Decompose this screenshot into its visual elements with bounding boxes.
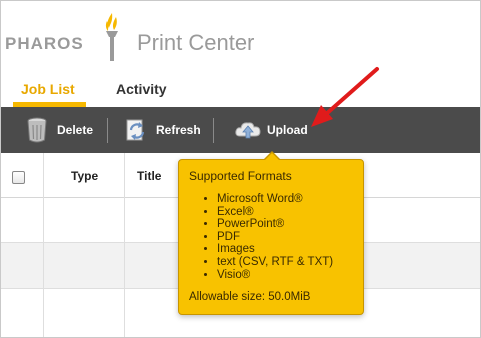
header: PHAROS Print Center [1,1,480,73]
format-item: PDF [217,231,333,244]
format-list: Microsoft Word® Excel® PowerPoint® PDF I… [201,193,333,281]
refresh-label: Refresh [156,123,201,137]
select-all-checkbox[interactable] [12,171,25,184]
tab-bar: Job List Activity [1,73,480,107]
cloud-upload-icon [235,122,261,139]
column-divider [124,153,125,337]
tooltip-pointer-fill [265,153,279,160]
format-item: PowerPoint® [217,218,333,231]
app-title: Print Center [137,30,255,55]
toolbar-divider [107,118,108,143]
tab-activity[interactable]: Activity [116,81,167,97]
format-item: Images [217,243,333,256]
column-divider [43,153,44,337]
toolbar-divider [213,118,214,143]
tooltip-title: Supported Formats [189,169,292,183]
format-item: Visio® [217,269,333,282]
allowable-size-text: Allowable size: 50.0MiB [189,291,311,303]
delete-label: Delete [57,123,94,137]
column-header-type[interactable]: Type [71,169,98,183]
refresh-button[interactable]: Refresh [124,107,201,153]
red-annotation-arrow-icon [311,67,379,127]
format-item: text (CSV, RTF & TXT) [217,256,333,269]
torch-logo-icon [105,13,118,61]
pharos-logo-text: PHAROS [5,34,84,53]
trash-can-icon [27,117,47,143]
format-item: Microsoft Word® [217,193,333,206]
supported-formats-tooltip: Supported Formats Microsoft Word® Excel®… [178,151,364,315]
column-header-title[interactable]: Title [137,169,161,183]
app-window: PHAROS Print Center Job List Activity De… [0,0,481,338]
upload-button[interactable]: Upload [234,107,308,153]
refresh-icon [126,119,145,141]
delete-button[interactable]: Delete [25,107,93,153]
format-item: Excel® [217,206,333,219]
tab-job-list[interactable]: Job List [21,81,75,97]
toolbar: Delete Refresh Upload [1,107,480,153]
